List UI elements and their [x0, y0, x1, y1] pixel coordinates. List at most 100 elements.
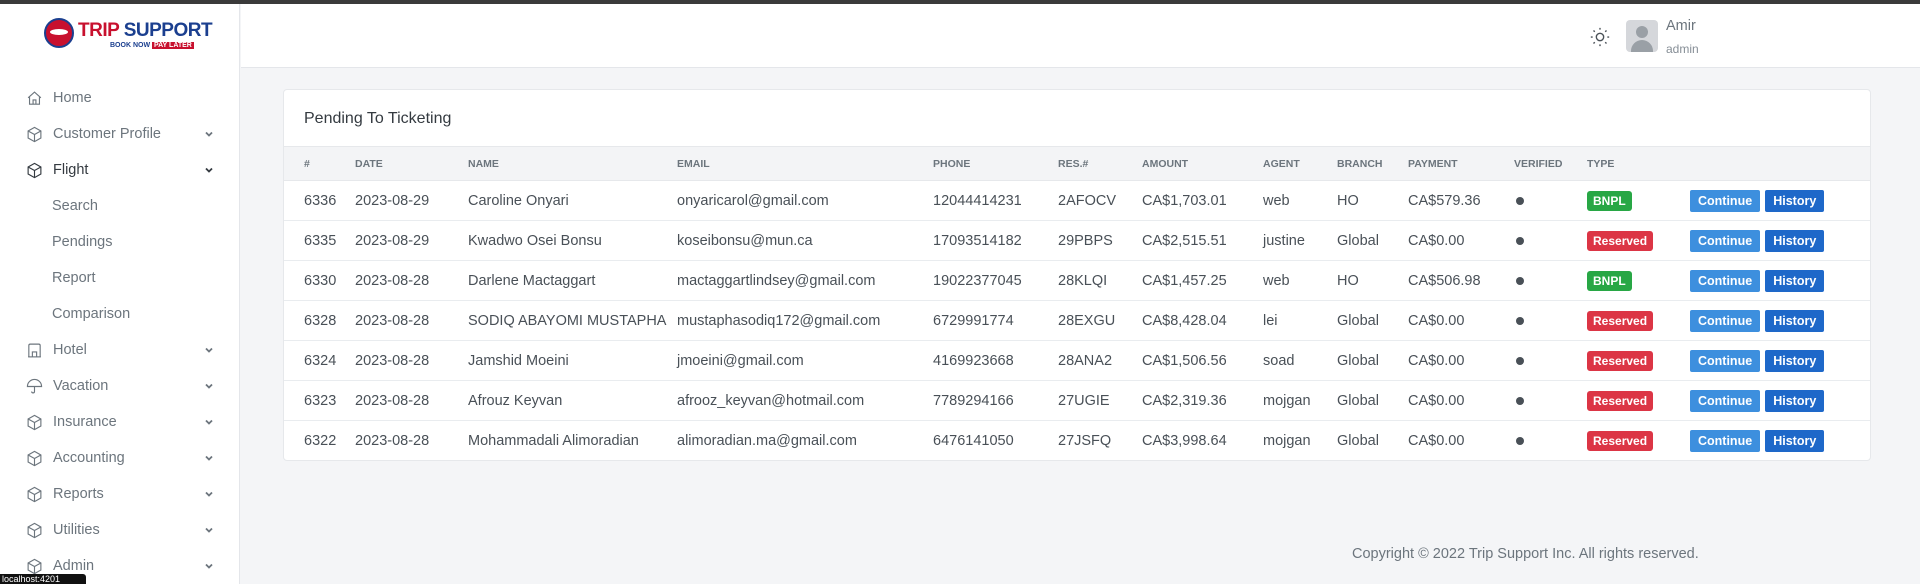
- history-button[interactable]: History: [1765, 229, 1825, 252]
- continue-button[interactable]: Continue: [1690, 349, 1761, 372]
- window-top-border: [0, 0, 1920, 4]
- cell-email: koseibonsu@mun.ca: [677, 232, 813, 249]
- type-badge: Reserved: [1587, 430, 1654, 451]
- sidebar-item-customer-profile[interactable]: Customer Profile: [0, 116, 239, 152]
- continue-button[interactable]: Continue: [1690, 269, 1761, 292]
- sun-icon[interactable]: [1589, 26, 1611, 48]
- column-header-phone: PHONE: [933, 146, 1058, 181]
- column-header-res: RES.#: [1058, 146, 1142, 181]
- cell-branch: Global: [1337, 432, 1379, 449]
- history-button[interactable]: History: [1765, 429, 1825, 452]
- sidebar-item-hotel[interactable]: Hotel: [0, 332, 239, 368]
- cube-icon: [26, 450, 43, 467]
- column-header-actions: [1690, 146, 1870, 181]
- column-header-branch: BRANCH: [1337, 146, 1408, 181]
- cell-date: 2023-08-28: [355, 392, 430, 409]
- history-button[interactable]: History: [1765, 349, 1825, 372]
- sidebar-item-home[interactable]: Home: [0, 80, 239, 116]
- column-header-id: #: [284, 146, 355, 181]
- sidebar-subitem-pendings[interactable]: Pendings: [0, 224, 239, 260]
- type-badge: Reserved: [1587, 310, 1654, 331]
- history-button[interactable]: History: [1765, 389, 1825, 412]
- sidebar-subitem-report[interactable]: Report: [0, 260, 239, 296]
- continue-button[interactable]: Continue: [1690, 429, 1761, 452]
- cell-agent: mojgan: [1263, 432, 1311, 449]
- cell-branch: Global: [1337, 392, 1379, 409]
- cube-icon: [26, 414, 43, 431]
- column-header-name: NAME: [468, 146, 677, 181]
- cell-res: 27JSFQ: [1058, 432, 1112, 449]
- sidebar-item-vacation[interactable]: Vacation: [0, 368, 239, 404]
- cell-actions: Continue History: [1690, 301, 1870, 341]
- table-row: 6328 2023-08-28 SODIQ ABAYOMI MUSTAPHA must…: [284, 301, 1870, 341]
- continue-button[interactable]: Continue: [1690, 389, 1761, 412]
- column-header-agent: AGENT: [1263, 146, 1337, 181]
- history-button[interactable]: History: [1765, 309, 1825, 332]
- sidebar-item-reports[interactable]: Reports: [0, 476, 239, 512]
- table-row: 6324 2023-08-28 Jamshid Moeini jmoeini@gmai…: [284, 341, 1870, 381]
- cell-verified: [1514, 341, 1587, 381]
- cell-type: BNPL: [1587, 181, 1690, 221]
- cell-type: BNPL: [1587, 261, 1690, 301]
- cell-phone: 17093514182: [933, 232, 1022, 249]
- cell-name: Jamshid Moeini: [468, 352, 569, 369]
- history-button[interactable]: History: [1765, 189, 1825, 212]
- cube-icon: [26, 162, 43, 179]
- cell-email: afrooz_keyvan@hotmail.com: [677, 392, 865, 409]
- chevron-down-icon: [203, 488, 215, 500]
- sidebar-item-flight[interactable]: Flight: [0, 152, 239, 188]
- user-name[interactable]: Amir: [1666, 18, 1696, 34]
- trip-support-logo[interactable]: TRIP SUPPORT BOOK NOW PAY LATER: [44, 16, 213, 56]
- sidebar-item-label: Admin: [53, 558, 95, 574]
- cell-date: 2023-08-29: [355, 192, 430, 209]
- cell-id: 6328: [304, 312, 337, 329]
- building-icon: [26, 342, 43, 359]
- sidebar-item-utilities[interactable]: Utilities: [0, 512, 239, 548]
- cell-res: 28ANA2: [1058, 352, 1113, 369]
- table-row: 6323 2023-08-28 Afrouz Keyvan afrooz_keyvan…: [284, 381, 1870, 421]
- sidebar-item-label: Utilities: [53, 522, 100, 538]
- sidebar-item-label: Insurance: [53, 414, 117, 430]
- cell-date: 2023-08-28: [355, 312, 430, 329]
- cell-actions: Continue History: [1690, 341, 1870, 381]
- cell-verified: [1514, 221, 1587, 261]
- continue-button[interactable]: Continue: [1690, 229, 1761, 252]
- chevron-down-icon: [203, 452, 215, 464]
- cube-icon: [26, 558, 43, 575]
- cell-branch: HO: [1337, 272, 1359, 289]
- history-button[interactable]: History: [1765, 269, 1825, 292]
- table-row: 6336 2023-08-29 Caroline Onyari onyaricarol…: [284, 181, 1870, 221]
- cell-branch: Global: [1337, 312, 1379, 329]
- sidebar-item-label: Customer Profile: [53, 126, 161, 142]
- avatar[interactable]: [1626, 20, 1658, 52]
- cell-phone: 7789294166: [933, 392, 1014, 409]
- sidebar-item-label: Flight: [53, 162, 89, 178]
- continue-button[interactable]: Continue: [1690, 189, 1761, 212]
- cell-agent: soad: [1263, 352, 1295, 369]
- cell-name: Darlene Mactaggart: [468, 272, 596, 289]
- cell-res: 28EXGU: [1058, 312, 1116, 329]
- verified-dot-icon: [1516, 236, 1524, 245]
- cell-actions: Continue History: [1690, 261, 1870, 301]
- continue-button[interactable]: Continue: [1690, 309, 1761, 332]
- logo-wordmark: TRIP SUPPORT: [78, 20, 213, 41]
- cell-name: Kwadwo Osei Bonsu: [468, 232, 602, 249]
- sidebar: TRIP SUPPORT BOOK NOW PAY LATER Home Cus…: [0, 4, 240, 584]
- card-title: Pending To Ticketing: [304, 110, 452, 127]
- link-status-tooltip: localhost:4201: [0, 574, 86, 584]
- table-body: 6336 2023-08-29 Caroline Onyari onyaricarol…: [284, 181, 1870, 461]
- sidebar-subitem-search[interactable]: Search: [0, 188, 239, 224]
- chevron-down-icon: [203, 344, 215, 356]
- cell-phone: 4169923668: [933, 352, 1014, 369]
- sidebar-item-insurance[interactable]: Insurance: [0, 404, 239, 440]
- chevron-down-icon: [203, 560, 215, 572]
- column-header-email: EMAIL: [677, 146, 933, 181]
- cell-res: 29PBPS: [1058, 232, 1113, 249]
- cell-email: alimoradian.ma@gmail.com: [677, 432, 857, 449]
- cell-type: Reserved: [1587, 221, 1690, 261]
- sidebar-item-label: Home: [53, 90, 92, 106]
- cell-agent: lei: [1263, 312, 1278, 329]
- sidebar-subitem-comparison[interactable]: Comparison: [0, 296, 239, 332]
- sidebar-item-accounting[interactable]: Accounting: [0, 440, 239, 476]
- column-header-payment: PAYMENT: [1408, 146, 1514, 181]
